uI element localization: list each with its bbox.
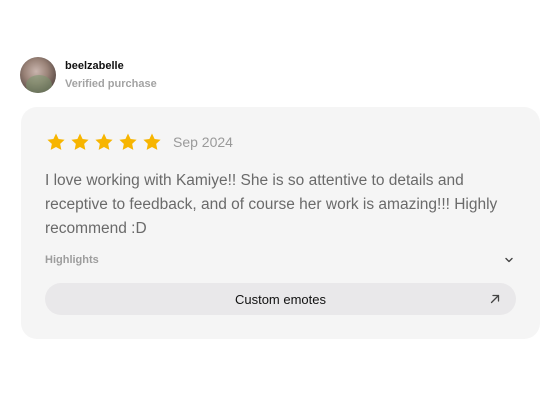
chevron-down-icon[interactable]: [503, 254, 515, 266]
reviewer-info: beelzabelle Verified purchase: [65, 59, 157, 91]
highlight-tag-label: Custom emotes: [234, 291, 327, 307]
star-icon: [70, 132, 90, 152]
avatar[interactable]: [20, 57, 56, 93]
highlights-label: Highlights: [45, 254, 99, 266]
reviewer-header: beelzabelle Verified purchase: [20, 57, 157, 93]
review-text: I love working with Kamiye!! She is so a…: [45, 172, 498, 237]
verified-purchase-label: Verified purchase: [65, 78, 157, 90]
star-icon: [46, 132, 66, 152]
star-icon: [94, 132, 114, 152]
review-card: Sep 2024 I love working with Kamiye!! Sh…: [21, 107, 540, 339]
reviewer-name[interactable]: beelzabelle: [65, 59, 157, 73]
highlights-toggle[interactable]: Highlights: [45, 250, 515, 270]
star-icon: [118, 132, 138, 152]
rating-row: Sep 2024: [46, 132, 233, 152]
star-icon: [142, 132, 162, 152]
review-date: Sep 2024: [173, 134, 233, 150]
arrow-up-right-icon: [489, 293, 501, 305]
highlight-tag-button[interactable]: Custom emotes: [45, 283, 516, 315]
